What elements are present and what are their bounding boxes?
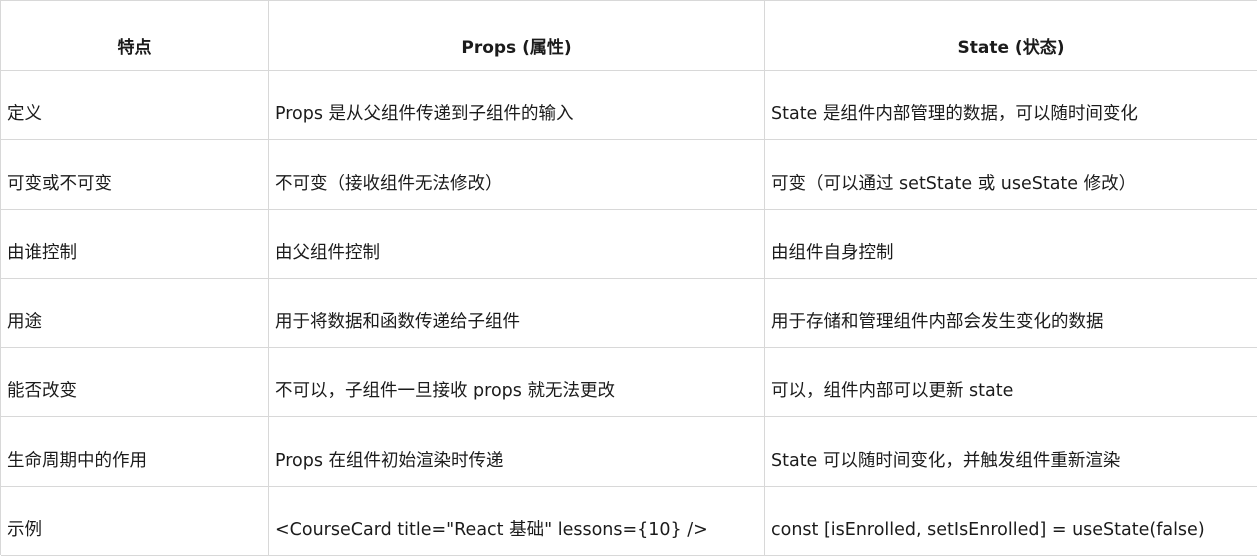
row-1-state: State 是组件内部管理的数据，可以随时间变化 [765, 71, 1257, 141]
comparison-table: 特点 Props (属性) State (状态) 定义 Props 是从父组件传… [0, 0, 1257, 556]
row-6-feature: 生命周期中的作用 [1, 417, 269, 487]
row-5-feature: 能否改变 [1, 348, 269, 418]
row-3-state: 由组件自身控制 [765, 210, 1257, 279]
row-7-feature: 示例 [1, 486, 269, 556]
row-3-props: 由父组件控制 [269, 209, 765, 279]
row-5-state: 可以，组件内部可以更新 state [765, 348, 1257, 418]
row-2-feature: 可变或不可变 [1, 140, 269, 210]
row-4-feature: 用途 [1, 278, 269, 349]
header-state: State (状态) [765, 1, 1257, 71]
row-3-feature: 由谁控制 [1, 209, 269, 279]
row-7-state: const [isEnrolled, setIsEnrolled] = useS… [765, 487, 1257, 556]
row-1-props: Props 是从父组件传递到子组件的输入 [269, 71, 765, 141]
row-4-props: 用于将数据和函数传递给子组件 [269, 278, 765, 349]
header-feature: 特点 [1, 1, 269, 71]
row-1-feature: 定义 [1, 71, 269, 141]
row-6-props: Props 在组件初始渲染时传递 [269, 417, 765, 487]
header-props: Props (属性) [269, 1, 765, 71]
row-6-state: State 可以随时间变化，并触发组件重新渲染 [765, 417, 1257, 487]
row-2-state: 可变（可以通过 setState 或 useState 修改） [765, 140, 1257, 210]
row-2-props: 不可变（接收组件无法修改） [269, 140, 765, 210]
row-4-state: 用于存储和管理组件内部会发生变化的数据 [765, 279, 1257, 349]
row-5-props: 不可以，子组件一旦接收 props 就无法更改 [269, 348, 765, 418]
row-7-props: <CourseCard title="React 基础" lessons={10… [269, 486, 765, 556]
